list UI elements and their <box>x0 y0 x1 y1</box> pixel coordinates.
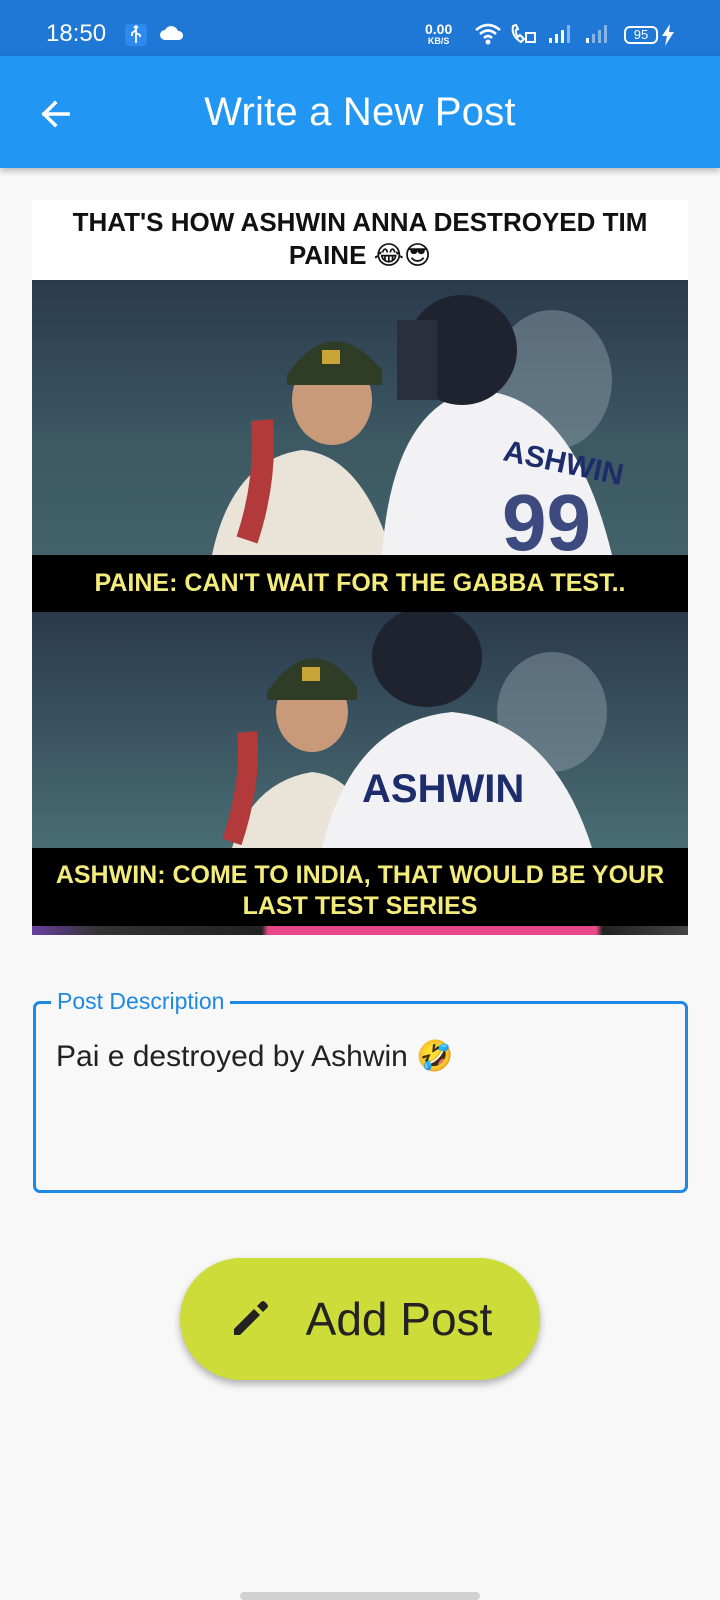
add-post-button[interactable]: Add Post <box>180 1258 540 1380</box>
cloud-icon <box>160 26 184 40</box>
signal-icon <box>548 22 572 46</box>
meme-caption-1: PAINE: CAN'T WAIT FOR THE GABBA TEST.. <box>32 555 688 612</box>
usb-debug-icon <box>125 24 147 46</box>
add-post-label: Add Post <box>305 1293 493 1345</box>
post-description-input[interactable]: Pai e destroyed by Ashwin 🤣 <box>56 1038 665 1076</box>
wifi-icon <box>474 22 502 46</box>
status-bar: 18:50 0.00 KB/S 95 <box>0 0 720 56</box>
rofl-emoji: 🤣 <box>416 1040 454 1073</box>
jersey-name: ASHWIN <box>362 767 524 811</box>
app-bar: Write a New Post <box>0 56 720 168</box>
network-speed: 0.00 KB/S <box>425 21 453 46</box>
post-description-text: Pai e destroyed by Ashwin <box>56 1040 408 1073</box>
meme-photo-1: ASHWIN 99 <box>32 280 688 555</box>
charging-icon <box>660 24 676 46</box>
home-indicator[interactable] <box>240 1592 480 1600</box>
meme-caption-2: ASHWIN: COME TO INDIA, THAT WOULD BE YOU… <box>32 848 688 926</box>
battery-icon: 95 <box>624 26 658 44</box>
meme-header: THAT'S HOW ASHWIN ANNA DESTROYED TIM PAI… <box>32 200 688 280</box>
status-time: 18:50 <box>46 20 107 47</box>
wifi-call-icon <box>509 22 537 46</box>
meme-footer-strip <box>32 926 688 935</box>
post-image: THAT'S HOW ASHWIN ANNA DESTROYED TIM PAI… <box>32 200 688 935</box>
page-title: Write a New Post <box>204 90 516 134</box>
post-description-label: Post Description <box>51 986 231 1016</box>
meme-photo-2: ASHWIN <box>32 612 688 848</box>
meme-header-emojis: 😂😎 <box>373 240 432 270</box>
svg-text:99: 99 <box>502 478 591 555</box>
edit-icon <box>228 1297 272 1341</box>
signal-icon <box>585 22 609 46</box>
post-description-field[interactable]: Post Description Pai e destroyed by Ashw… <box>33 986 688 1193</box>
